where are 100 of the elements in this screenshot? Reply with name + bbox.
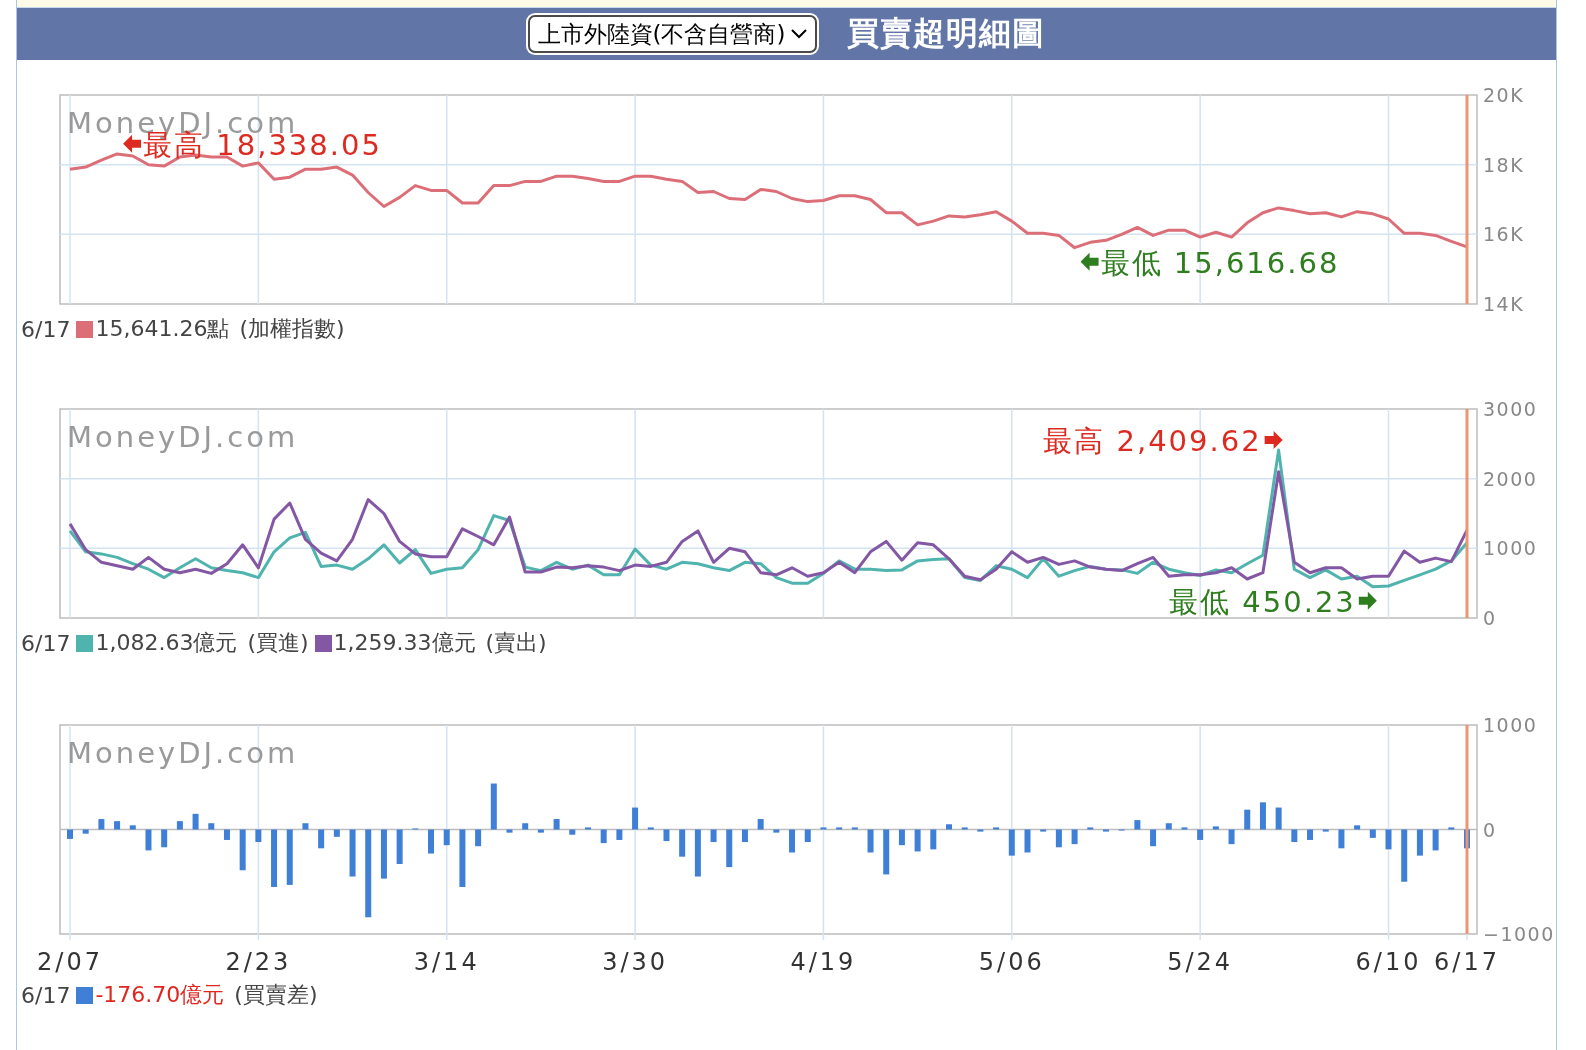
bar: [726, 829, 733, 868]
axis-tick-label: 3/30: [602, 948, 669, 976]
bar: [1291, 829, 1298, 843]
bar: [1197, 829, 1204, 840]
bar: [271, 829, 278, 887]
axis-tick-label: 16K: [1483, 223, 1525, 246]
legend-date: 6/17: [21, 630, 71, 656]
axis-tick-label: 0: [1483, 607, 1497, 626]
extreme-value-label: 最高 2,409.62: [1043, 424, 1262, 459]
bar: [286, 829, 293, 885]
bar: [239, 829, 246, 871]
bar: [914, 829, 921, 852]
axis-tick-label: 2000: [1483, 467, 1538, 490]
bar: [1385, 829, 1392, 850]
bar: [773, 829, 780, 833]
bar: [1244, 809, 1251, 830]
bar: [318, 829, 325, 849]
legend-value: 1,082.63億元: [95, 629, 238, 657]
bar: [883, 829, 890, 875]
bar: [396, 829, 403, 864]
bar: [851, 827, 858, 830]
bar: [1432, 829, 1439, 851]
bar: [1103, 829, 1109, 832]
bar: [741, 829, 748, 843]
bar: [867, 829, 874, 853]
bar: [1040, 829, 1047, 832]
axis-tick-label: −1000: [1483, 923, 1555, 945]
bar: [192, 813, 199, 830]
bar: [600, 829, 607, 844]
legend-value: 15,641.26點: [95, 315, 230, 343]
legend-note: (賣出): [485, 629, 547, 657]
bar: [1464, 829, 1470, 849]
bar: [333, 829, 340, 837]
bar: [1212, 826, 1219, 830]
axis-tick-label: 2/23: [225, 948, 292, 976]
bar: [1071, 829, 1078, 845]
bar: [161, 829, 168, 848]
bar: [459, 829, 466, 887]
bar: [757, 819, 764, 830]
bar: [1008, 829, 1015, 856]
bar: [1448, 827, 1455, 830]
market-dropdown[interactable]: 上市外陸資(不含自營商): [527, 15, 818, 53]
bar: [1228, 829, 1235, 845]
bar: [129, 825, 136, 830]
bar: [176, 821, 183, 830]
bar: [679, 829, 686, 857]
bar: [1087, 827, 1094, 830]
bar: [898, 829, 905, 846]
bar: [490, 783, 497, 830]
bar: [67, 829, 73, 839]
axis-tick-label: 14K: [1483, 293, 1525, 312]
axis-tick-label: 2/07: [37, 948, 103, 976]
bar: [930, 829, 937, 850]
axis-tick-label: 6/10: [1355, 948, 1422, 976]
bar: [98, 819, 105, 830]
bar: [223, 829, 230, 840]
bar: [208, 823, 215, 830]
bar: [349, 829, 356, 877]
bar: [428, 829, 434, 854]
bar: [1259, 802, 1266, 830]
page-title: 買賣超明細圖: [847, 13, 1046, 54]
bar: [537, 829, 544, 833]
bar: [114, 821, 121, 830]
bar: [380, 829, 387, 879]
bar: [1416, 829, 1423, 856]
bar: [443, 829, 450, 846]
legend-note: (買進): [247, 629, 309, 657]
axis-tick-label: 1000: [1483, 714, 1538, 736]
bar: [1275, 807, 1282, 830]
axis-tick-label: 5/06: [978, 948, 1045, 976]
extreme-value-label: 最低 450.23: [1169, 584, 1356, 619]
bar: [1401, 829, 1408, 882]
legend-value: -176.70億元: [95, 981, 225, 1009]
bar: [804, 829, 811, 843]
axis-tick-label: 5/24: [1167, 948, 1234, 976]
axis-tick-label: 3000: [1483, 398, 1538, 420]
bar: [1322, 829, 1329, 832]
bar: [569, 829, 576, 835]
bar: [663, 829, 670, 841]
extreme-value-label: 最低 15,616.68: [1100, 245, 1340, 280]
bar: [553, 819, 560, 830]
bar: [1354, 825, 1361, 830]
bar: [961, 827, 968, 830]
bar: [1307, 829, 1314, 840]
bar: [977, 829, 984, 832]
bar: [1134, 820, 1141, 830]
bar: [647, 827, 654, 830]
bar: [1055, 829, 1062, 848]
bar: [475, 829, 482, 847]
axis-tick-label: 3/14: [413, 948, 480, 976]
bar: [82, 829, 89, 834]
bar: [145, 829, 152, 851]
chevron-down-icon: [791, 29, 808, 39]
bar: [946, 824, 952, 830]
bar: [694, 829, 701, 877]
bar: [616, 829, 623, 840]
bar: [255, 829, 262, 843]
bar: [1338, 829, 1345, 849]
bar: [789, 829, 796, 853]
watermark-text: MoneyDJ.com: [67, 420, 299, 454]
